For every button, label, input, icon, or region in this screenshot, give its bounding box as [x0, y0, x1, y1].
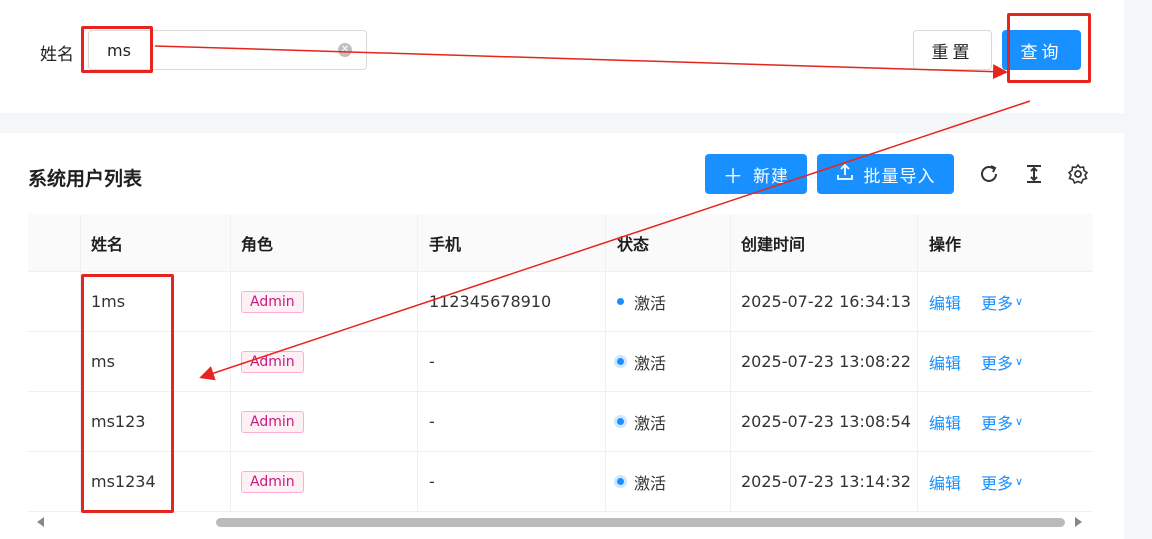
- highlight-query-button: [1007, 13, 1091, 83]
- header-phone[interactable]: 手机: [429, 214, 461, 271]
- reset-button[interactable]: 重置: [913, 30, 992, 70]
- more-link[interactable]: 更多: [981, 470, 1013, 494]
- scroll-right-icon[interactable]: [1075, 517, 1082, 527]
- new-user-button[interactable]: ＋ 新建: [705, 154, 807, 194]
- list-title: 系统用户列表: [28, 168, 143, 190]
- role-tag: Admin: [241, 290, 304, 313]
- header-status[interactable]: 状态: [617, 214, 649, 271]
- edit-link[interactable]: 编辑: [929, 290, 961, 314]
- batch-import-label: 批量导入: [863, 166, 936, 187]
- more-link[interactable]: 更多: [981, 290, 1013, 314]
- highlight-search-value: [81, 26, 153, 73]
- status-dot-icon: [617, 358, 624, 365]
- chevron-down-icon[interactable]: ∨: [1015, 475, 1023, 488]
- cell-created: 2025-07-22 16:34:13: [741, 292, 911, 311]
- plus-icon: ＋: [723, 163, 743, 188]
- cell-phone: 112345678910: [429, 292, 552, 311]
- settings-gear-icon[interactable]: [1067, 163, 1089, 185]
- cell-created: 2025-07-23 13:08:22: [741, 352, 911, 371]
- role-tag: Admin: [241, 470, 304, 493]
- role-tag: Admin: [241, 410, 304, 433]
- scrollbar-thumb[interactable]: [216, 518, 1065, 527]
- status-dot-icon: [617, 418, 624, 425]
- cell-phone: -: [429, 472, 435, 491]
- name-filter-label: 姓名: [40, 45, 74, 65]
- cell-status: 激活: [634, 353, 667, 373]
- table-row: ms123 Admin - 激活 2025-07-23 13:08:54 编辑更…: [28, 392, 1093, 452]
- table-row: ms Admin - 激活 2025-07-23 13:08:22 编辑 更多 ∨: [28, 332, 1093, 392]
- new-user-label: 新建: [753, 166, 789, 187]
- cell-phone: -: [429, 352, 435, 371]
- chevron-down-icon[interactable]: ∨: [1015, 415, 1023, 428]
- header-actions: 操作: [929, 234, 962, 254]
- cell-status: 激活: [634, 473, 667, 493]
- batch-import-button[interactable]: 批量导入: [817, 154, 954, 194]
- chevron-down-icon[interactable]: ∨: [1015, 355, 1023, 368]
- upload-icon: [836, 163, 854, 186]
- more-link[interactable]: 更多: [981, 410, 1013, 434]
- header-created[interactable]: 创建时间: [741, 214, 805, 271]
- status-dot-icon: [617, 298, 624, 305]
- table-row: ms1234 Admin - 激活 2025-07-23 13:14:32 编辑…: [28, 452, 1093, 512]
- chevron-down-icon[interactable]: ∨: [1015, 295, 1023, 308]
- edit-link[interactable]: 编辑: [929, 470, 961, 494]
- table-row: 1ms Admin 112345678910 激活 2025-07-22 16:…: [28, 272, 1093, 332]
- cell-phone: -: [429, 412, 435, 431]
- column-height-icon[interactable]: [1023, 163, 1045, 185]
- edit-link[interactable]: 编辑: [929, 410, 961, 434]
- cell-created: 2025-07-23 13:14:32: [741, 472, 911, 491]
- cell-status: 激活: [634, 293, 667, 313]
- header-name[interactable]: 姓名: [91, 214, 123, 271]
- clear-icon[interactable]: ✕: [338, 43, 352, 57]
- header-role[interactable]: 角色: [241, 214, 273, 271]
- highlight-name-results: [81, 274, 174, 513]
- role-tag: Admin: [241, 350, 304, 373]
- cell-created: 2025-07-23 13:08:54: [741, 412, 911, 431]
- horizontal-scrollbar[interactable]: [28, 512, 1093, 532]
- status-dot-icon: [617, 478, 624, 485]
- cell-status: 激活: [634, 413, 667, 433]
- table-header-row: 姓名 角色 手机 状态 创建时间 操作: [28, 214, 1093, 272]
- more-link[interactable]: 更多: [981, 350, 1013, 374]
- scroll-left-icon[interactable]: [37, 517, 44, 527]
- edit-link[interactable]: 编辑: [929, 350, 961, 374]
- reload-icon[interactable]: [978, 163, 1000, 185]
